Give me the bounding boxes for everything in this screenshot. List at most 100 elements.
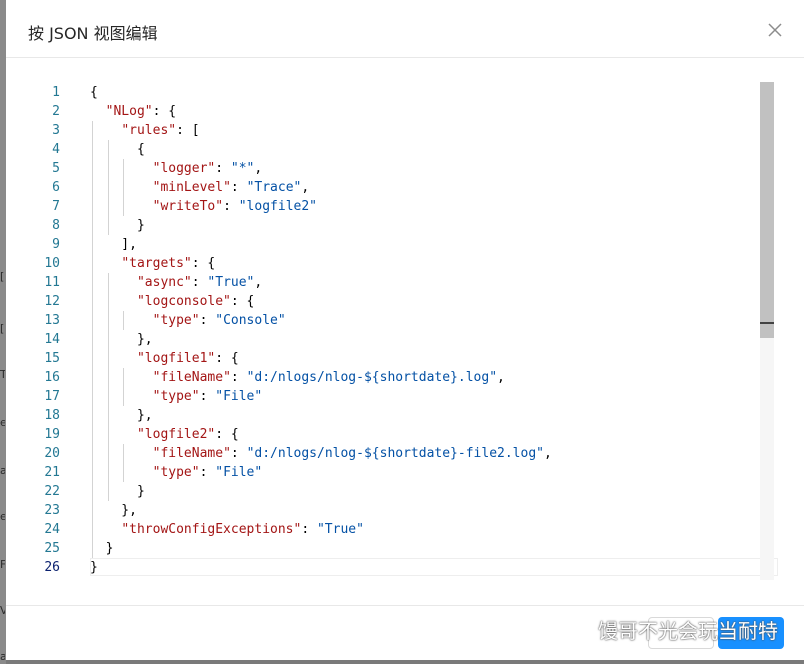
json-punctuation: , — [254, 161, 263, 176]
line-number: 24 — [44, 522, 60, 537]
background-text-fragment: V — [0, 604, 5, 617]
line-number: 26 — [44, 560, 60, 575]
code-line[interactable]: "rules": [ — [90, 121, 199, 140]
json-punctuation: { — [90, 142, 145, 157]
indent-guide — [123, 311, 124, 330]
code-line[interactable]: "logfile1": { — [90, 349, 239, 368]
json-punctuation — [90, 275, 137, 290]
json-key: "throwConfigExceptions" — [121, 522, 302, 537]
line-number: 21 — [44, 465, 60, 480]
line-number: 25 — [44, 541, 60, 556]
json-punctuation — [90, 161, 153, 176]
json-punctuation: , — [254, 275, 263, 290]
json-punctuation — [90, 465, 153, 480]
background-text-fragment: [ — [0, 270, 5, 283]
code-line[interactable]: "type": "File" — [90, 463, 263, 482]
indent-guide — [108, 140, 109, 235]
line-number: 12 — [44, 294, 60, 309]
line-number: 18 — [44, 408, 60, 423]
json-punctuation: : — [223, 199, 239, 214]
background-text-fragment: T — [0, 368, 5, 381]
json-key: "targets" — [121, 256, 192, 271]
indent-guide — [123, 159, 124, 216]
json-string: "d:/nlogs/nlog-${shortdate}-file2.log" — [246, 446, 544, 461]
json-punctuation: : — [230, 180, 247, 195]
json-key: "NLog" — [105, 104, 153, 119]
code-line[interactable]: "logger": "*", — [90, 159, 263, 178]
json-punctuation — [90, 294, 137, 309]
json-punctuation: : — [215, 161, 231, 176]
line-number: 10 — [44, 256, 60, 271]
code-line[interactable]: "throwConfigExceptions": "True" — [90, 520, 364, 539]
json-punctuation: ], — [90, 237, 137, 252]
indent-guide — [123, 368, 124, 406]
json-punctuation: : — [199, 389, 216, 404]
code-line[interactable]: "logfile2": { — [90, 425, 239, 444]
editor-scrollbar-thumb[interactable] — [760, 82, 774, 338]
json-punctuation — [90, 256, 121, 271]
code-line[interactable]: "NLog": { — [90, 102, 176, 121]
code-line[interactable]: } — [90, 482, 145, 501]
json-punctuation: : { — [215, 351, 239, 366]
json-punctuation — [90, 199, 153, 214]
json-punctuation — [90, 389, 153, 404]
line-number: 5 — [52, 161, 60, 176]
background-text-fragment: F — [0, 558, 5, 571]
json-punctuation — [90, 522, 121, 537]
json-string: "logfile2" — [238, 199, 318, 214]
code-line[interactable]: "targets": { — [90, 254, 215, 273]
json-string: "True" — [207, 275, 255, 290]
json-punctuation: : — [191, 275, 208, 290]
json-code-editor[interactable]: 1 2 3 4 5 6 7 8 9 10 11 12 13 14 15 16 17 18 19 20 21 22 23 24 2… — [38, 82, 778, 580]
code-line[interactable]: } — [90, 539, 114, 558]
json-key: "minLevel" — [152, 180, 231, 195]
code-line[interactable]: } — [90, 558, 98, 577]
line-number: 6 — [52, 180, 60, 195]
json-string: "d:/nlogs/nlog-${shortdate}.log" — [246, 370, 498, 385]
code-line[interactable]: "async": "True", — [90, 273, 262, 292]
code-line[interactable]: } — [90, 216, 145, 235]
line-number: 15 — [44, 351, 60, 366]
code-line[interactable]: }, — [90, 501, 137, 520]
code-line[interactable]: ], — [90, 235, 137, 254]
json-punctuation: }, — [90, 408, 153, 423]
line-number: 8 — [52, 218, 60, 233]
code-line[interactable]: "fileName": "d:/nlogs/nlog-${shortdate}-… — [90, 444, 552, 463]
json-key: "fileName" — [152, 370, 231, 385]
line-number: 7 — [52, 199, 60, 214]
json-key: "fileName" — [152, 446, 231, 461]
code-line[interactable]: { — [90, 140, 145, 159]
json-punctuation: : — [199, 465, 216, 480]
json-string: "*" — [230, 161, 255, 176]
code-line[interactable]: "logconsole": { — [90, 292, 254, 311]
code-line[interactable]: "type": "Console" — [90, 311, 286, 330]
json-punctuation: : { — [152, 104, 177, 119]
json-punctuation: { — [90, 85, 98, 100]
json-key: "async" — [136, 275, 192, 290]
json-punctuation — [90, 123, 121, 138]
json-key: "type" — [152, 465, 200, 480]
line-number: 20 — [44, 446, 60, 461]
code-line[interactable]: }, — [90, 330, 153, 349]
json-key: "logfile1" — [136, 351, 216, 366]
json-punctuation: } — [90, 541, 114, 556]
json-string: "Trace" — [246, 180, 302, 195]
json-key: "writeTo" — [152, 199, 224, 214]
json-punctuation: } — [90, 560, 98, 575]
code-line[interactable]: { — [90, 83, 98, 102]
code-line[interactable]: "writeTo": "logfile2" — [90, 197, 317, 216]
json-string: "File" — [215, 465, 263, 480]
code-line[interactable]: "fileName": "d:/nlogs/nlog-${shortdate}.… — [90, 368, 505, 387]
code-line[interactable]: }, — [90, 406, 153, 425]
json-punctuation — [90, 104, 106, 119]
json-punctuation: , — [301, 180, 310, 195]
background-text-fragment: e — [0, 416, 5, 429]
json-punctuation: : — [301, 522, 317, 537]
json-punctuation: , — [497, 370, 505, 385]
line-number: 4 — [52, 142, 60, 157]
code-area[interactable]: { "NLog": { "rules": [ { "logger": "*", … — [90, 82, 760, 580]
json-punctuation: : { — [191, 256, 216, 271]
json-key: "type" — [152, 313, 200, 328]
code-line[interactable]: "type": "File" — [90, 387, 263, 406]
close-icon[interactable] — [767, 22, 783, 38]
